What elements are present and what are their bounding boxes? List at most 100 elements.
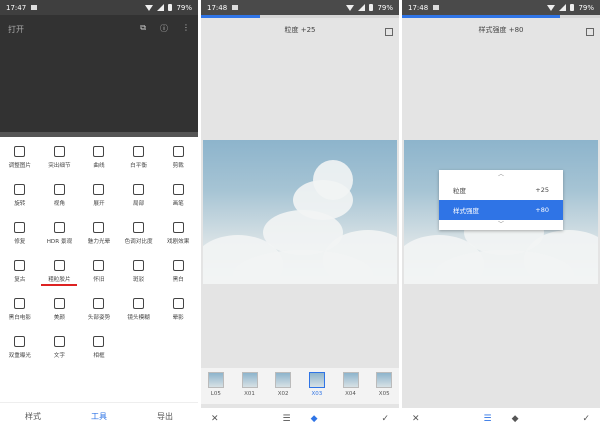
- menu-item-grain[interactable]: 粒度 +25: [439, 180, 563, 200]
- sliders-icon[interactable]: ☰: [283, 414, 291, 424]
- battery-level: 79%: [377, 3, 393, 12]
- filter-thumbnail[interactable]: X03: [305, 372, 329, 400]
- chevron-down-icon[interactable]: ﹀: [439, 220, 563, 230]
- tab-tools[interactable]: 工具: [91, 411, 107, 422]
- gallery-icon: [31, 5, 38, 10]
- tab-export[interactable]: 导出: [157, 411, 173, 422]
- tool-label: 相框: [93, 353, 105, 359]
- tool-item[interactable]: 旋转: [0, 184, 40, 212]
- layers-icon[interactable]: ⧉: [140, 23, 146, 34]
- tool-item[interactable]: 曲线: [79, 146, 119, 174]
- chevron-up-icon[interactable]: ︿: [439, 170, 563, 180]
- adjust-header: 样式强度 +80: [402, 15, 600, 45]
- tool-item[interactable]: 双重曝光: [0, 336, 40, 364]
- style-icon[interactable]: ◆: [311, 414, 318, 424]
- filter-thumbnail[interactable]: L05: [204, 372, 228, 400]
- tool-item[interactable]: 晕影: [158, 298, 198, 326]
- tool-item[interactable]: 镜头模糊: [119, 298, 159, 326]
- compare-icon[interactable]: [586, 28, 594, 36]
- status-bar: 17:47 79%: [0, 0, 198, 15]
- tool-item[interactable]: 粗粒胶片: [40, 260, 80, 288]
- status-time: 17:48: [207, 3, 228, 12]
- tool-item[interactable]: 剪裁: [158, 146, 198, 174]
- status-bar: 17:48 79%: [402, 0, 600, 15]
- tool-label: 复古: [14, 277, 26, 283]
- tool-item[interactable]: 展开: [79, 184, 119, 212]
- thumbnail-image: [376, 372, 393, 388]
- tool-icon: [133, 146, 145, 157]
- thumbnail-label: X03: [311, 391, 323, 397]
- menu-item-label: 粒度: [453, 187, 466, 195]
- open-button[interactable]: 打开: [8, 24, 24, 35]
- close-icon[interactable]: ✕: [211, 414, 219, 424]
- tool-item[interactable]: 黑白电影: [0, 298, 40, 326]
- tool-icon: [133, 222, 145, 233]
- tool-icon: [93, 222, 105, 233]
- tool-item[interactable]: 戏剧效果: [158, 222, 198, 250]
- filter-thumbnail[interactable]: X02: [271, 372, 295, 400]
- tool-item[interactable]: 修复: [0, 222, 40, 250]
- tool-item[interactable]: 局部: [119, 184, 159, 212]
- menu-item-label: 样式强度: [453, 207, 479, 215]
- filter-thumbnail[interactable]: X04: [339, 372, 363, 400]
- tool-icon: [93, 336, 105, 347]
- tab-styles[interactable]: 样式: [25, 411, 41, 422]
- tool-icon: [14, 146, 26, 157]
- tool-item[interactable]: 视角: [40, 184, 80, 212]
- tool-item[interactable]: 白平衡: [119, 146, 159, 174]
- check-icon[interactable]: ✓: [381, 414, 389, 424]
- tool-item[interactable]: 头部姿势: [79, 298, 119, 326]
- sliders-icon[interactable]: ☰: [484, 414, 492, 424]
- sky-photo[interactable]: [203, 140, 397, 284]
- tool-item[interactable]: 黑白: [158, 260, 198, 288]
- compare-icon[interactable]: [385, 28, 393, 36]
- battery-icon: [369, 4, 374, 11]
- tool-item[interactable]: 斑驳: [119, 260, 159, 288]
- style-icon[interactable]: ◆: [512, 414, 519, 424]
- filter-thumbnail[interactable]: X01: [238, 372, 262, 400]
- tool-item[interactable]: 突出细节: [40, 146, 80, 174]
- tool-icon: [172, 184, 184, 195]
- divider-strip: [0, 132, 198, 137]
- filter-thumbnails: L05 X01 X02 X03 X04 X05: [201, 368, 399, 404]
- tool-item[interactable]: 怀旧: [79, 260, 119, 288]
- tool-icon: [93, 298, 105, 309]
- wifi-icon: [145, 4, 154, 11]
- thumbnail-image: [308, 372, 325, 388]
- status-bar: 17:48 79%: [201, 0, 399, 15]
- tool-icon: [53, 184, 65, 195]
- tool-item[interactable]: 调整图片: [0, 146, 40, 174]
- tool-icon: [172, 146, 184, 157]
- tool-item[interactable]: 魅力光晕: [79, 222, 119, 250]
- adjust-value-label: 粒度 +25: [284, 26, 316, 34]
- close-icon[interactable]: ✕: [412, 414, 420, 424]
- adjust-menu: ︿ 粒度 +25 样式强度 +80 ﹀: [439, 170, 563, 230]
- tool-icon: [14, 222, 26, 233]
- more-icon[interactable]: ⋮: [182, 23, 190, 34]
- gallery-icon: [232, 5, 239, 10]
- filter-thumbnail[interactable]: X05: [372, 372, 396, 400]
- tool-icon: [93, 260, 105, 271]
- tool-label: 双重曝光: [8, 353, 31, 359]
- tool-item[interactable]: HDR 景观: [40, 222, 80, 250]
- tool-icon: [14, 260, 26, 271]
- thumbnail-image: [207, 372, 224, 388]
- tool-label: HDR 景观: [46, 239, 73, 245]
- tool-item[interactable]: 文字: [40, 336, 80, 364]
- tool-icon: [14, 298, 26, 309]
- tool-item[interactable]: 美颜: [40, 298, 80, 326]
- menu-item-style-strength[interactable]: 样式强度 +80: [439, 200, 563, 220]
- tool-item[interactable]: 画笔: [158, 184, 198, 212]
- wifi-icon: [547, 4, 556, 11]
- tool-item[interactable]: 相框: [79, 336, 119, 364]
- check-icon[interactable]: ✓: [582, 414, 590, 424]
- thumbnail-label: L05: [210, 391, 221, 397]
- tool-icon: [14, 184, 26, 195]
- wifi-icon: [346, 4, 355, 11]
- tool-item[interactable]: 复古: [0, 260, 40, 288]
- tool-icon: [172, 260, 184, 271]
- thumbnail-label: X02: [277, 391, 289, 397]
- menu-item-value: +80: [535, 206, 549, 214]
- info-icon[interactable]: ⓘ: [160, 23, 168, 34]
- tool-item[interactable]: 色调对比度: [119, 222, 159, 250]
